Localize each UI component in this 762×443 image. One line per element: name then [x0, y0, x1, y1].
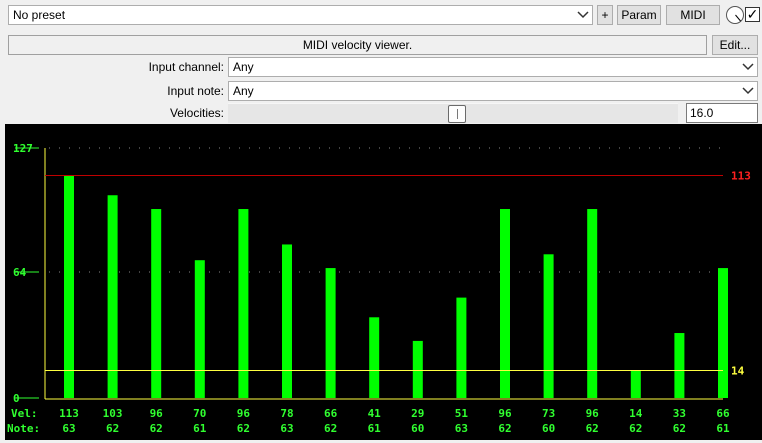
check-icon: ✓: [746, 6, 759, 22]
note-value-label: 62: [629, 422, 642, 435]
velocity-bar: [412, 340, 423, 398]
enable-checkbox[interactable]: ✓: [745, 7, 760, 22]
note-value-label: 63: [455, 422, 468, 435]
note-value-label: 62: [237, 422, 250, 435]
velocity-bar: [718, 268, 728, 398]
velocity-bar: [64, 175, 74, 398]
velocity-bar: [107, 195, 118, 398]
velocity-value-label: 66: [324, 407, 338, 420]
chevron-down-icon: [742, 63, 754, 71]
input-note-label: Input note:: [167, 84, 224, 98]
velocity-bar: [456, 297, 467, 398]
velocities-slider[interactable]: [228, 103, 678, 123]
note-value-label: 62: [586, 422, 599, 435]
note-value-label: 63: [280, 422, 293, 435]
note-value-label: 61: [716, 422, 730, 435]
input-channel-label: Input channel:: [148, 60, 224, 74]
velocity-value-label: 51: [455, 407, 469, 420]
velocity-value-label: 96: [150, 407, 164, 420]
chevron-down-icon: [742, 87, 754, 95]
note-value-label: 62: [106, 422, 119, 435]
vel-row-label: Vel:: [11, 407, 38, 420]
velocity-value-label: 41: [368, 407, 382, 420]
note-row-label: Note:: [7, 422, 40, 435]
input-note-dropdown[interactable]: Any: [228, 81, 758, 101]
velocities-value-field[interactable]: 16.0: [686, 103, 758, 123]
velocity-bar: [500, 209, 510, 398]
min-velocity-label: 14: [731, 364, 745, 377]
velocity-bar: [674, 333, 685, 398]
velocity-value-label: 66: [716, 407, 730, 420]
preset-dropdown[interactable]: No preset: [8, 5, 593, 25]
note-value-label: 61: [368, 422, 382, 435]
chevron-down-icon: [577, 11, 589, 19]
velocity-bar: [325, 268, 336, 398]
input-channel-dropdown[interactable]: Any: [228, 57, 758, 77]
note-value-label: 62: [673, 422, 686, 435]
velocity-bar: [630, 370, 641, 398]
velocity-value-label: 33: [673, 407, 686, 420]
note-value-label: 60: [542, 422, 555, 435]
input-channel-value: Any: [233, 60, 254, 74]
velocity-value-label: 96: [498, 407, 512, 420]
note-value-label: 62: [324, 422, 337, 435]
velocity-value-label: 78: [280, 407, 293, 420]
velocity-value-label: 73: [542, 407, 555, 420]
velocity-chart: 12764011314Vel:Note:11310396709678664129…: [7, 142, 751, 435]
add-preset-button[interactable]: +: [597, 5, 613, 25]
velocities-slider-thumb[interactable]: [448, 105, 466, 123]
note-value-label: 62: [150, 422, 163, 435]
param-button[interactable]: Param: [617, 5, 661, 25]
velocity-value-label: 113: [59, 407, 79, 420]
note-value-label: 60: [411, 422, 424, 435]
velocities-label: Velocities:: [169, 106, 224, 120]
note-value-label: 61: [193, 422, 207, 435]
velocity-bar: [194, 260, 205, 398]
velocity-value-label: 70: [193, 407, 206, 420]
velocity-bar: [587, 209, 598, 398]
velocity-bar: [369, 317, 380, 398]
plugin-description: MIDI velocity viewer.: [8, 35, 707, 55]
max-velocity-label: 113: [731, 170, 751, 183]
midi-button[interactable]: MIDI: [666, 5, 720, 25]
velocity-bar: [238, 209, 249, 398]
velocity-value-label: 96: [586, 407, 600, 420]
note-value-label: 62: [498, 422, 511, 435]
note-value-label: 63: [62, 422, 75, 435]
velocity-bar: [282, 244, 292, 398]
preset-value: No preset: [13, 8, 66, 22]
velocity-value-label: 14: [629, 407, 643, 420]
wet-knob[interactable]: [726, 6, 744, 24]
velocity-value-label: 103: [103, 407, 123, 420]
velocity-value-label: 96: [237, 407, 251, 420]
velocity-bar: [543, 254, 554, 398]
input-note-value: Any: [233, 84, 254, 98]
velocity-viewer: 12764011314Vel:Note:11310396709678664129…: [5, 124, 762, 440]
edit-button[interactable]: Edit...: [712, 35, 758, 55]
velocity-value-label: 29: [411, 407, 424, 420]
velocity-bar: [151, 209, 162, 398]
